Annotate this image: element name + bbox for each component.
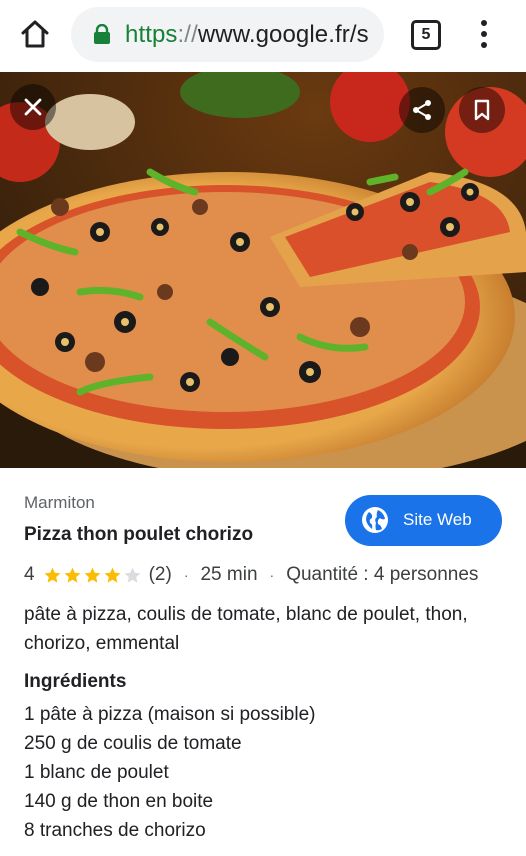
star-filled-icon: [44, 567, 60, 583]
ingredient-item: 1 blanc de poulet: [24, 762, 169, 783]
separator-dot: ·: [183, 567, 189, 583]
rating-value: 4: [24, 564, 35, 585]
ingredient-item: 140 g de thon en boite: [24, 791, 214, 812]
tab-switcher-button[interactable]: 5: [411, 20, 441, 50]
menu-dot-icon: [481, 31, 487, 37]
url-scheme: https: [125, 21, 178, 48]
globe-icon: [362, 507, 388, 533]
browser-toolbar: https://www.google.fr/s 5: [0, 0, 526, 72]
address-bar[interactable]: https://www.google.fr/s: [71, 7, 384, 62]
recipe-source: Marmiton: [24, 493, 95, 512]
recipe-image: [0, 72, 526, 468]
pizza-photo: [0, 72, 526, 468]
url-host: www.google.fr/s: [197, 21, 369, 48]
close-button[interactable]: [10, 84, 56, 130]
recipe-meta: 4 (2) · 25 min · Quantité : 4 personnes: [24, 562, 478, 588]
menu-dot-icon: [481, 20, 487, 26]
close-icon: [24, 98, 42, 116]
ingredient-item: 1 pâte à pizza (maison si possible): [24, 704, 316, 725]
bookmark-icon: [474, 99, 490, 121]
home-icon: [21, 20, 49, 48]
menu-dot-icon: [481, 42, 487, 48]
lock-icon: [94, 24, 110, 44]
rating-count: (2): [148, 564, 172, 585]
star-empty-icon: [124, 567, 140, 583]
star-filled-icon: [104, 567, 120, 583]
share-button[interactable]: [399, 87, 445, 133]
servings: Quantité : 4 personnes: [286, 564, 479, 585]
share-icon: [413, 100, 431, 120]
site-web-label: Site Web: [403, 510, 472, 529]
ingredient-item: 8 tranches de chorizo: [24, 820, 206, 841]
bookmark-button[interactable]: [459, 87, 505, 133]
more-menu-button[interactable]: [474, 17, 494, 53]
url-separator: ://: [177, 21, 198, 48]
ingredients-heading: Ingrédients: [24, 671, 127, 692]
star-filled-icon: [64, 567, 80, 583]
star-filled-icon: [84, 567, 100, 583]
ingredients-list: 1 pâte à pizza (maison si possible) 250 …: [24, 700, 315, 845]
recipe-title: Pizza thon poulet chorizo: [24, 524, 254, 545]
cook-time: 25 min: [200, 564, 258, 585]
home-button[interactable]: [18, 17, 52, 51]
rating-stars: [43, 566, 143, 585]
recipe-description: pâte à pizza, coulis de tomate, blanc de…: [24, 604, 468, 654]
url-text: https://www.google.fr/s: [125, 21, 369, 49]
separator-dot: ·: [269, 567, 275, 583]
site-web-button[interactable]: Site Web: [345, 495, 502, 546]
ingredient-item: 250 g de coulis de tomate: [24, 733, 242, 754]
